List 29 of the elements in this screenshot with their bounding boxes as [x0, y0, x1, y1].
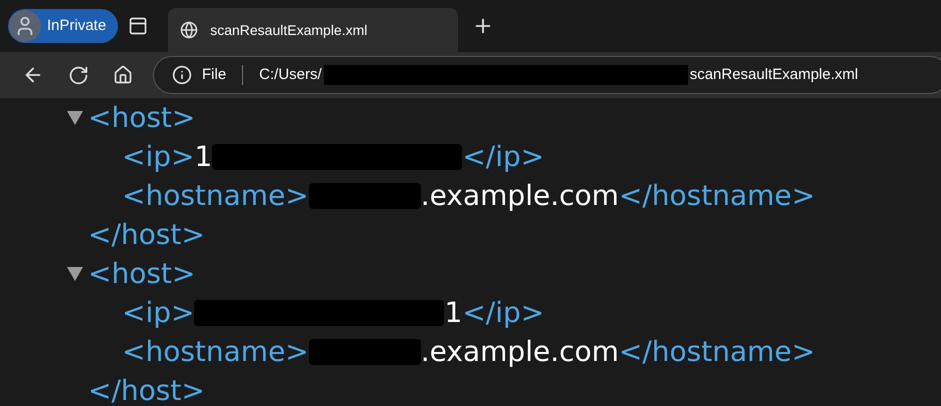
element-value: 1: [194, 138, 212, 174]
home-icon[interactable]: [113, 65, 133, 85]
xml-tag: </host>: [88, 370, 205, 406]
element-value: .example.com: [420, 178, 619, 214]
xml-tag: <ip>: [122, 136, 194, 178]
globe-icon: [180, 21, 198, 39]
element-value: .example.com: [420, 334, 619, 370]
element-value: 1: [444, 294, 462, 330]
url-text: C:/Users/: [259, 64, 322, 85]
browser-tab[interactable]: scanResaultExample.xml: [168, 8, 458, 52]
xml-tag: </ip>: [462, 136, 544, 178]
xml-tag: <host>: [88, 98, 196, 138]
xml-tag: </hostname>: [618, 174, 816, 216]
inprivate-badge[interactable]: InPrivate: [8, 9, 118, 43]
xml-tag: </host>: [88, 214, 205, 256]
info-icon: [172, 65, 192, 85]
refresh-icon[interactable]: [68, 64, 89, 86]
scheme-label: File: [202, 64, 226, 85]
avatar-icon: [9, 10, 41, 42]
url-text: scanResaultExample.xml: [690, 64, 858, 85]
xml-tag: <host>: [88, 252, 196, 294]
tab-actions-icon[interactable]: [128, 16, 148, 36]
profile-label: InPrivate: [47, 16, 106, 36]
xml-tag: </ip>: [462, 292, 544, 334]
xml-tag: <ip>: [122, 292, 194, 334]
xml-tag: <hostname>: [122, 174, 309, 216]
xml-tag: </hostname>: [618, 330, 816, 372]
xml-tag: <hostname>: [122, 330, 309, 372]
address-bar[interactable]: File C:/Users/ scanResaultExample.xml: [153, 56, 941, 94]
